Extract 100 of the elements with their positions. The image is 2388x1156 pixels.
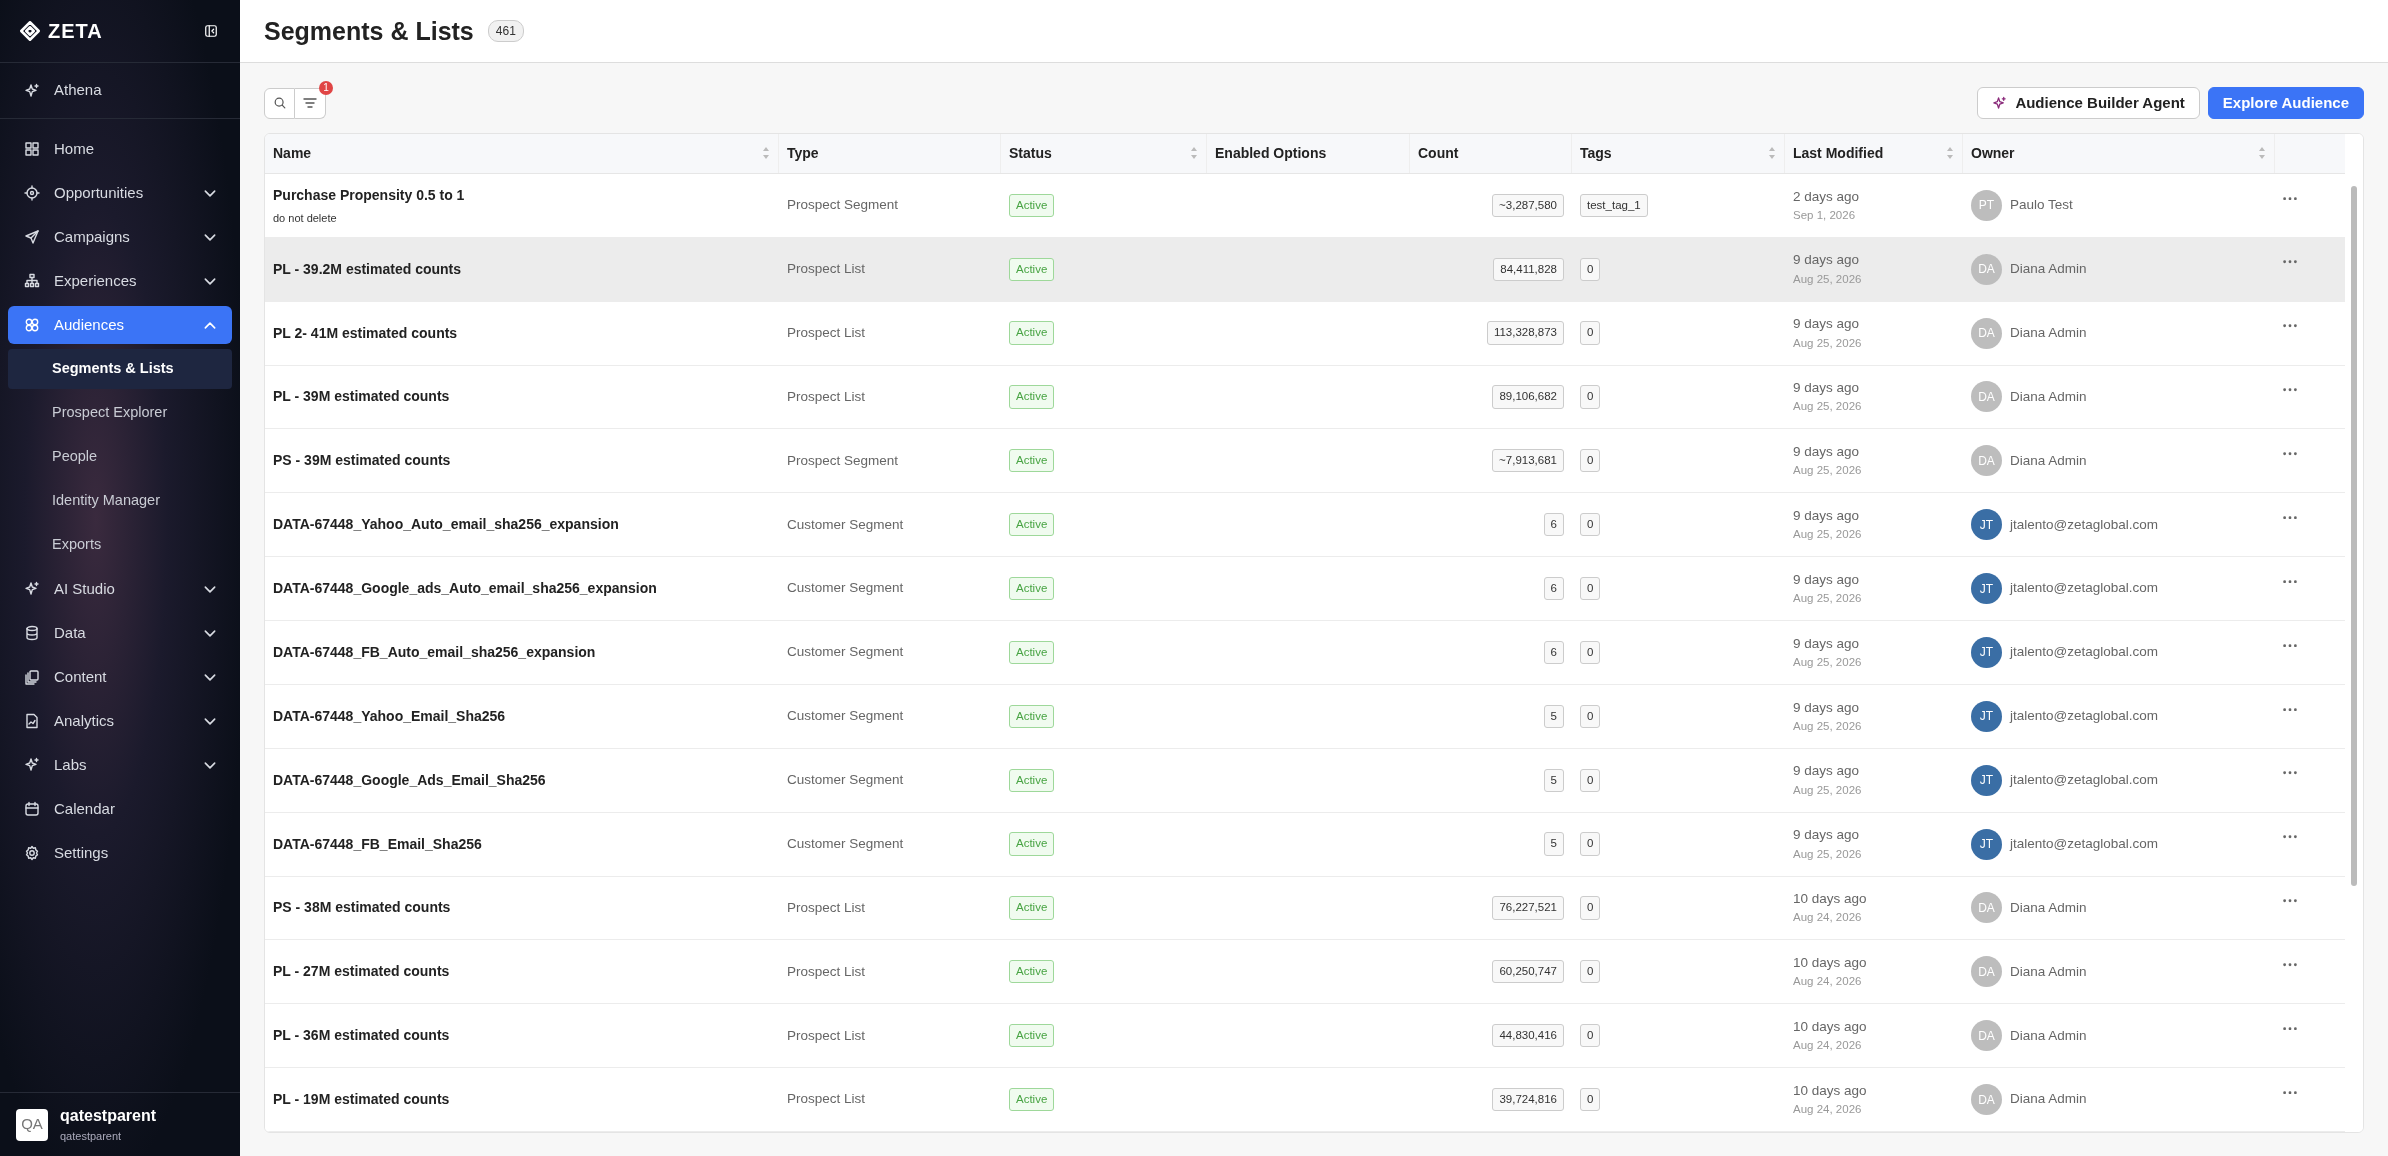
- relative-time: 9 days ago: [1793, 570, 1861, 589]
- search-button[interactable]: [264, 87, 295, 119]
- more-actions-button[interactable]: [2283, 324, 2297, 328]
- tag-chip: 0: [1580, 385, 1601, 409]
- nav-item[interactable]: Analytics: [8, 702, 232, 740]
- nav-item[interactable]: Experiences: [8, 262, 232, 300]
- modified-date: Aug 25, 2026: [1793, 527, 1863, 543]
- sparkle-icon: [24, 757, 40, 773]
- collapse-sidebar-button[interactable]: [204, 24, 218, 38]
- segment-type: Prospect List: [787, 1090, 867, 1109]
- more-icon: [2283, 707, 2297, 712]
- chevron-down-icon: [204, 189, 216, 197]
- segment-name[interactable]: DATA-67448_FB_Auto_email_sha256_expansion: [273, 642, 771, 663]
- nav-item[interactable]: AI Studio: [8, 570, 232, 608]
- more-actions-button[interactable]: [2283, 707, 2297, 712]
- owner-name: Diana Admin: [2010, 260, 2087, 279]
- nav-item[interactable]: Opportunities: [8, 174, 232, 212]
- owner-name: jtalento@zetaglobal.com: [2010, 707, 2159, 726]
- scrollbar-thumb[interactable]: [2351, 186, 2357, 886]
- segment-name[interactable]: DATA-67448_FB_Email_Sha256: [273, 833, 771, 855]
- nav-item[interactable]: Audiences: [8, 306, 232, 344]
- column-header[interactable]: Name: [273, 142, 312, 164]
- segment-name[interactable]: DATA-67448_Google_Ads_Email_Sha256: [273, 769, 771, 791]
- modified-date: Aug 24, 2026: [1793, 910, 1863, 926]
- nav-item[interactable]: Calendar: [8, 790, 232, 828]
- segment-name[interactable]: PL - 39M estimated counts: [273, 386, 771, 408]
- modified-date: Aug 25, 2026: [1793, 399, 1863, 415]
- nav-item[interactable]: Home: [8, 130, 232, 168]
- nav-item[interactable]: Campaigns: [8, 218, 232, 256]
- relative-time: 9 days ago: [1793, 762, 1861, 781]
- segment-name[interactable]: PS - 39M estimated counts: [273, 450, 771, 472]
- column-header[interactable]: Tags: [1580, 142, 1612, 164]
- column-header[interactable]: Count: [1418, 142, 1459, 164]
- modified-date: Aug 25, 2026: [1793, 718, 1863, 734]
- more-actions-button[interactable]: [2283, 963, 2297, 967]
- column-header[interactable]: Last Modified: [1793, 142, 1884, 164]
- segment-name[interactable]: Purchase Propensity 0.5 to 1: [273, 184, 771, 206]
- nav-item[interactable]: Data: [8, 614, 232, 652]
- relative-time: 9 days ago: [1793, 251, 1861, 270]
- relative-time: 10 days ago: [1793, 954, 1868, 973]
- nav-item[interactable]: Settings: [8, 834, 232, 872]
- agent-button[interactable]: Audience Builder Agent: [1977, 87, 2200, 119]
- nav-item[interactable]: Labs: [8, 746, 232, 784]
- segment-name[interactable]: PS - 38M estimated counts: [273, 897, 771, 919]
- segment-name[interactable]: DATA-67448_Yahoo_Email_Sha256: [273, 705, 771, 727]
- segment-name[interactable]: PL - 36M estimated counts: [273, 1025, 771, 1047]
- more-actions-button[interactable]: [2283, 1027, 2297, 1031]
- nav-subitem[interactable]: People: [8, 437, 232, 477]
- more-actions-button[interactable]: [2283, 1090, 2297, 1095]
- tag-chip: 0: [1580, 513, 1601, 537]
- more-icon: [2283, 1027, 2297, 1031]
- segment-name[interactable]: PL - 39.2M estimated counts: [273, 258, 771, 280]
- segment-name[interactable]: PL 2- 41M estimated counts: [273, 322, 771, 344]
- filter-count-badge: 1: [319, 80, 333, 95]
- status-badge: Active: [1009, 193, 1055, 217]
- modified-date: Sep 1, 2026: [1793, 207, 1857, 223]
- chevron-down-icon: [204, 717, 216, 725]
- more-actions-button[interactable]: [2283, 579, 2297, 584]
- more-actions-button[interactable]: [2283, 899, 2297, 903]
- nav-subitem[interactable]: Segments & Lists: [8, 349, 232, 389]
- owner-avatar: JT: [1971, 700, 2002, 732]
- column-header[interactable]: Enabled Options: [1215, 142, 1327, 164]
- column-header[interactable]: Status: [1009, 142, 1052, 164]
- nav-subitem[interactable]: Prospect Explorer: [8, 393, 232, 433]
- segment-name[interactable]: PL - 27M estimated counts: [273, 961, 771, 983]
- more-actions-button[interactable]: [2283, 771, 2297, 775]
- more-actions-button[interactable]: [2283, 516, 2297, 520]
- more-actions-button[interactable]: [2283, 388, 2297, 392]
- more-actions-button[interactable]: [2283, 196, 2297, 201]
- owner-name: Diana Admin: [2010, 451, 2087, 470]
- athena-menu-item[interactable]: Athena: [0, 63, 240, 119]
- explore-button[interactable]: Explore Audience: [2207, 87, 2364, 119]
- count-value: 89,106,682: [1492, 385, 1564, 409]
- segment-name[interactable]: DATA-67448_Yahoo_Auto_email_sha256_expansion: [273, 514, 771, 536]
- nav-subitem[interactable]: Exports: [8, 525, 232, 565]
- relative-time: 9 days ago: [1793, 634, 1861, 653]
- filter-button[interactable]: [295, 87, 326, 119]
- segment-name[interactable]: PL - 19M estimated counts: [273, 1089, 771, 1111]
- more-actions-button[interactable]: [2283, 260, 2297, 264]
- column-header[interactable]: Owner: [1971, 142, 2015, 164]
- target-icon: [24, 185, 40, 201]
- relative-time: 9 days ago: [1793, 315, 1861, 334]
- table-row[interactable]: PL - 39.2M estimated counts Prospect List Active 84,411,828 0 9 days ago Aug 25, 2026 DA Diana Admin: [265, 237, 2345, 302]
- nav-subitem[interactable]: Identity Manager: [8, 481, 232, 521]
- more-actions-button[interactable]: [2283, 643, 2297, 648]
- owner-name: Paulo Test: [2010, 196, 2073, 215]
- status-badge: Active: [1009, 1088, 1055, 1112]
- filter-icon: [303, 98, 317, 108]
- stacked-pages-icon: [24, 669, 40, 685]
- organization-name: qatestparent: [60, 1129, 123, 1145]
- count-value: 113,328,873: [1486, 321, 1564, 345]
- circles-icon: [24, 317, 40, 333]
- tag-chip: 0: [1580, 257, 1601, 281]
- nav-item[interactable]: Content: [8, 658, 232, 696]
- more-actions-button[interactable]: [2283, 452, 2297, 456]
- segment-type: Customer Segment: [787, 771, 905, 790]
- more-actions-button[interactable]: [2283, 835, 2297, 839]
- chevron-down-icon: [204, 585, 216, 593]
- segment-name[interactable]: DATA-67448_Google_ads_Auto_email_sha256_expansion: [273, 578, 771, 600]
- column-header[interactable]: Type: [787, 142, 819, 164]
